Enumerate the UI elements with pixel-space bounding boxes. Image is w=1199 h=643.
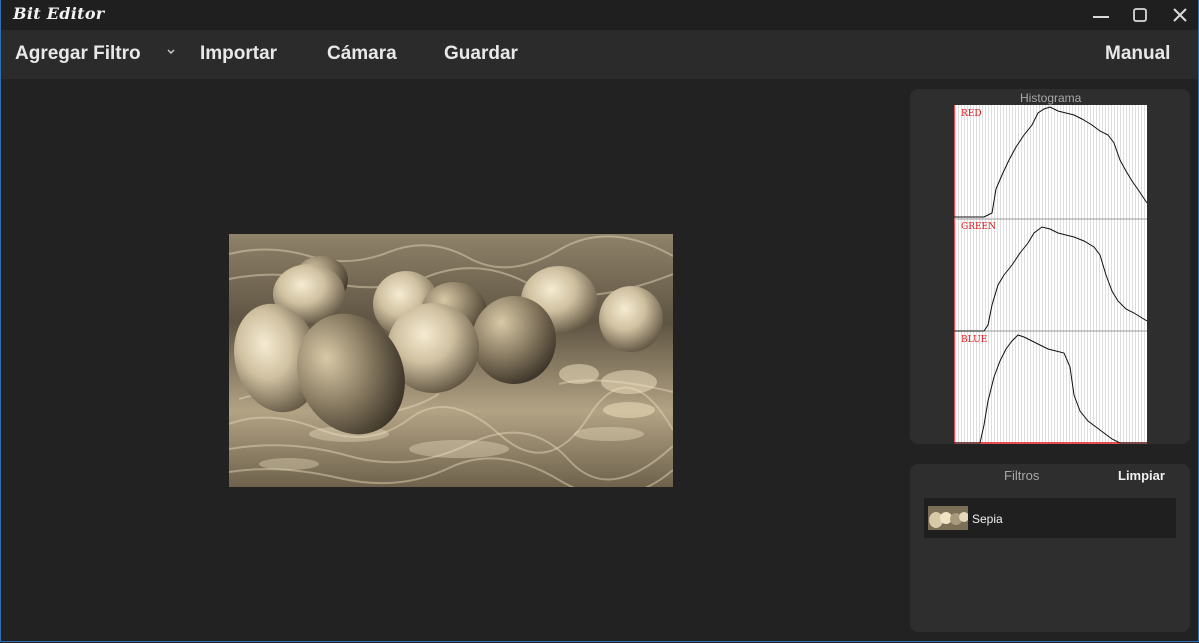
green-channel-label: GREEN [961, 222, 996, 232]
chevron-down-icon[interactable] [165, 46, 177, 58]
maximize-button[interactable] [1127, 3, 1153, 27]
sepia-thumbnail-image [928, 506, 968, 530]
title-bar: Bit Editor [1, 0, 1198, 30]
filters-panel: Filtros Limpiar Sepia [910, 464, 1190, 632]
red-channel-label: RED [961, 109, 982, 119]
filter-item-sepia[interactable]: Sepia [924, 498, 1176, 538]
app-title: Bit Editor [13, 4, 105, 23]
clear-filters-button[interactable]: Limpiar [1118, 468, 1165, 483]
minimize-button[interactable] [1088, 3, 1114, 27]
app-window: Bit Editor Agregar Filtro Importar Cámar… [0, 0, 1199, 642]
filters-title: Filtros [1004, 468, 1040, 483]
manual-button[interactable]: Manual [1105, 43, 1170, 65]
histogram-chart: RED GREEN BLUE [953, 105, 1148, 444]
filter-thumbnail [928, 506, 968, 530]
minimize-icon [1093, 16, 1109, 18]
close-icon [1173, 8, 1187, 22]
histogram-plot: RED GREEN BLUE [953, 105, 1148, 444]
balloons-photo [229, 234, 673, 487]
maximize-icon [1133, 8, 1147, 22]
blue-channel-label: BLUE [961, 335, 987, 345]
import-button[interactable]: Importar [200, 43, 277, 65]
filter-item-label: Sepia [972, 512, 1003, 526]
menu-bar: Agregar Filtro Importar Cámara Guardar M… [1, 30, 1198, 79]
save-button[interactable]: Guardar [444, 43, 518, 65]
histogram-panel: Histograma RED GREEN BLUE [910, 89, 1190, 444]
histogram-title: Histograma [1020, 91, 1082, 105]
add-filter-menu[interactable]: Agregar Filtro [15, 43, 141, 65]
edited-image[interactable] [229, 234, 673, 487]
close-button[interactable] [1167, 3, 1193, 27]
camera-button[interactable]: Cámara [327, 43, 397, 65]
